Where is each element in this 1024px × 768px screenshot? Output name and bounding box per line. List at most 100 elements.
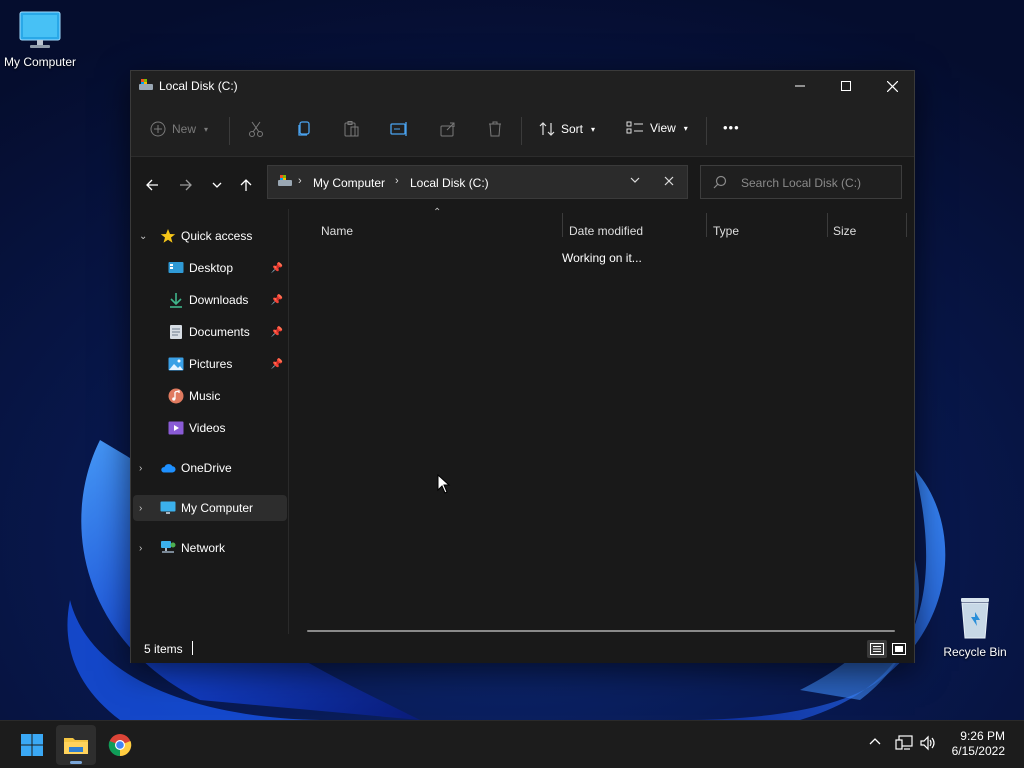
clock-time: 9:26 PM [960, 729, 1005, 743]
desktop-icon-recycle-bin[interactable]: Recycle Bin [935, 596, 1015, 659]
copy-button[interactable] [295, 120, 313, 138]
close-button[interactable] [869, 71, 915, 101]
delete-button[interactable] [486, 120, 504, 138]
desktop-icon-label: Recycle Bin [943, 645, 1007, 659]
sidebar-item-videos[interactable]: Videos [131, 415, 287, 441]
desktop-icon-my-computer[interactable]: My Computer [0, 10, 80, 69]
navigation-pane: ⌄ Quick access Desktop 📌 Downloads 📌 Doc… [131, 209, 289, 634]
paste-button[interactable] [342, 120, 360, 138]
horizontal-scrollbar[interactable] [307, 630, 895, 632]
back-button[interactable] [141, 174, 163, 196]
sidebar-item-label: Videos [189, 421, 226, 435]
view-button[interactable]: View ▾ [626, 121, 688, 135]
copy-icon [298, 121, 310, 136]
sort-label: Sort [561, 122, 584, 136]
sidebar-item-desktop[interactable]: Desktop 📌 [131, 255, 287, 281]
show-hidden-icons-button[interactable] [868, 735, 882, 752]
sidebar-item-label: Downloads [189, 293, 249, 307]
large-icons-view-icon [892, 643, 906, 655]
pin-icon[interactable]: 📌 [271, 263, 283, 274]
speaker-icon [920, 735, 935, 751]
sidebar-item-label: Pictures [189, 357, 233, 371]
desktop-icon-label: My Computer [3, 55, 77, 69]
clock-date: 6/15/2022 [951, 744, 1005, 758]
address-clear-button[interactable] [664, 175, 674, 189]
taskbar-clock[interactable]: 9:26 PM 6/15/2022 [952, 729, 1005, 759]
chevron-right-icon: › [139, 462, 143, 474]
clipboard-icon [344, 121, 359, 137]
sidebar-item-music[interactable]: Music [131, 383, 287, 409]
column-header-size[interactable]: Size [828, 217, 906, 245]
column-label: Size [833, 224, 857, 238]
volume-button[interactable] [919, 735, 937, 754]
chevron-down-icon: ▾ [683, 123, 688, 133]
active-indicator [70, 761, 82, 764]
minimize-button[interactable] [777, 71, 823, 101]
cut-button[interactable] [247, 120, 265, 138]
large-icons-view-button[interactable] [889, 640, 909, 658]
pin-icon[interactable]: 📌 [271, 295, 283, 306]
status-divider [192, 641, 193, 655]
forward-button[interactable] [175, 174, 197, 196]
column-label: Date modified [569, 224, 644, 238]
downloads-folder-icon [168, 292, 184, 308]
up-button[interactable] [235, 174, 257, 196]
pin-icon[interactable]: 📌 [271, 327, 283, 338]
new-button[interactable]: New ▾ [150, 121, 208, 137]
close-icon [664, 176, 674, 186]
breadcrumb-separator-icon: › [395, 175, 399, 187]
chrome-icon [108, 734, 132, 757]
windows-logo-icon [21, 734, 43, 756]
sidebar-item-label: My Computer [181, 501, 254, 515]
search-box[interactable]: Search Local Disk (C:) [700, 165, 902, 199]
breadcrumb-local-disk[interactable]: Local Disk (C:) [410, 176, 489, 190]
network-status-button[interactable] [895, 735, 913, 754]
star-icon [160, 228, 176, 244]
column-header-date-modified[interactable]: Date modified [563, 217, 706, 245]
details-view-button[interactable] [867, 640, 887, 658]
desktop-folder-icon [168, 260, 184, 276]
videos-folder-icon [168, 420, 184, 436]
column-header-type[interactable]: Type [707, 217, 827, 245]
chevron-down-icon: ▾ [591, 124, 596, 134]
network-icon [160, 540, 176, 556]
share-button[interactable] [439, 120, 457, 138]
column-divider[interactable] [906, 213, 907, 237]
title-bar[interactable]: Local Disk (C:) [131, 71, 914, 101]
loading-status-text: Working on it... [562, 251, 642, 265]
drive-icon [138, 78, 154, 95]
details-view-icon [870, 643, 884, 655]
sidebar-item-my-computer[interactable]: › My Computer [133, 495, 287, 521]
sidebar-item-pictures[interactable]: Pictures 📌 [131, 351, 287, 377]
column-label: Type [713, 224, 740, 238]
documents-folder-icon [168, 324, 184, 340]
folder-icon [64, 738, 88, 754]
column-header-name[interactable]: Name [290, 217, 562, 245]
recycle-bin-icon [961, 598, 989, 639]
sort-button[interactable]: Sort ▾ [539, 121, 595, 137]
address-bar[interactable]: › My Computer › Local Disk (C:) [267, 165, 688, 199]
close-icon [886, 80, 898, 92]
sidebar-item-quick-access[interactable]: ⌄ Quick access [131, 223, 287, 249]
more-options-button[interactable]: ••• [723, 120, 740, 135]
breadcrumb-my-computer[interactable]: My Computer [313, 176, 385, 190]
sort-icon [539, 122, 555, 136]
sidebar-item-downloads[interactable]: Downloads 📌 [131, 287, 287, 313]
taskbar-file-explorer[interactable] [56, 725, 96, 765]
pin-icon[interactable]: 📌 [271, 359, 283, 370]
sidebar-item-documents[interactable]: Documents 📌 [131, 319, 287, 345]
search-placeholder: Search Local Disk (C:) [741, 176, 862, 190]
chevron-down-icon: ▾ [204, 124, 209, 134]
recent-locations-button[interactable] [206, 174, 228, 196]
file-list[interactable]: ⌃ Name Date modified Type Size Working o… [290, 207, 914, 634]
drive-icon [277, 174, 293, 191]
minimize-icon [795, 85, 805, 87]
start-button[interactable] [12, 725, 52, 765]
sidebar-item-onedrive[interactable]: › OneDrive [131, 455, 287, 481]
sidebar-item-network[interactable]: › Network [131, 535, 287, 561]
trash-icon [489, 121, 501, 137]
rename-button[interactable] [390, 120, 410, 138]
maximize-button[interactable] [823, 71, 869, 101]
address-dropdown-button[interactable] [629, 174, 641, 189]
taskbar-chrome[interactable] [100, 725, 140, 765]
